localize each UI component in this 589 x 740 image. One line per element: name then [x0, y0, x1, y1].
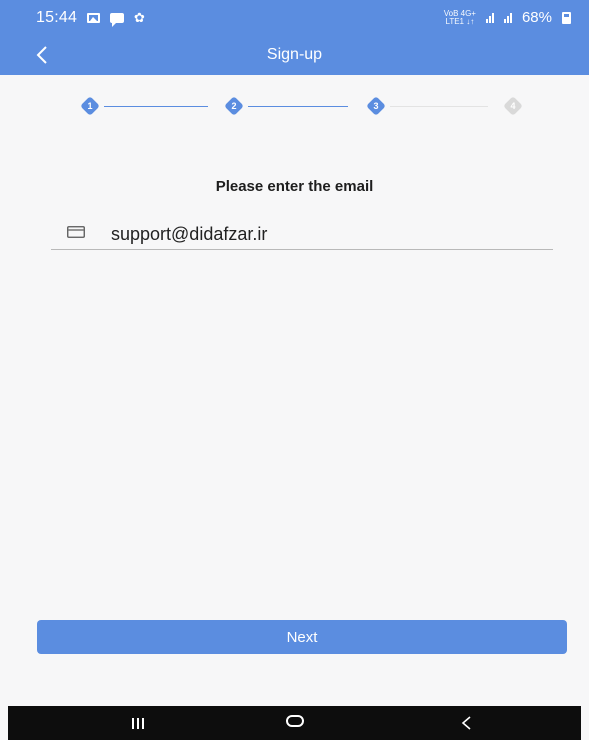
step-connector-3 [390, 106, 488, 107]
step-2-label: 2 [231, 101, 237, 111]
step-1-label: 1 [87, 101, 93, 111]
back-icon[interactable] [460, 715, 474, 731]
recents-icon[interactable] [132, 718, 144, 729]
step-connector-2 [248, 106, 348, 107]
home-icon[interactable] [286, 715, 304, 727]
battery-icon [562, 11, 571, 24]
status-bar: 15:44 ✿ VoB 4G+ LTE1 ↓↑ 68% [0, 0, 589, 35]
battery-percent: 68% [521, 9, 552, 26]
signal-icon-sim2 [503, 12, 512, 23]
network-indicator: VoB 4G+ LTE1 ↓↑ [444, 9, 476, 26]
system-nav-bar [8, 706, 581, 740]
mail-icon [67, 226, 85, 238]
status-time: 15:44 [36, 8, 78, 26]
status-left: 15:44 ✿ [36, 9, 145, 27]
app-bar: Sign-up [0, 35, 589, 75]
status-right: VoB 4G+ LTE1 ↓↑ 68% [444, 9, 571, 26]
email-prompt: Please enter the email [215, 178, 374, 195]
message-notification-icon [110, 12, 125, 27]
step-4-label: 4 [510, 101, 516, 111]
signal-icon-sim1 [485, 12, 494, 23]
network-type-bottom: LTE1 ↓↑ [445, 16, 475, 26]
progress-stepper: 1 2 3 4 [76, 96, 526, 118]
email-input[interactable] [111, 220, 531, 248]
settings-notification-icon: ✿ [134, 10, 145, 25]
page-title: Sign-up [266, 46, 323, 63]
step-3-label: 3 [373, 101, 379, 111]
email-field-container [51, 220, 553, 250]
next-button[interactable]: Next [37, 620, 567, 654]
step-connector-1 [104, 106, 208, 107]
gallery-notification-icon [87, 12, 101, 23]
